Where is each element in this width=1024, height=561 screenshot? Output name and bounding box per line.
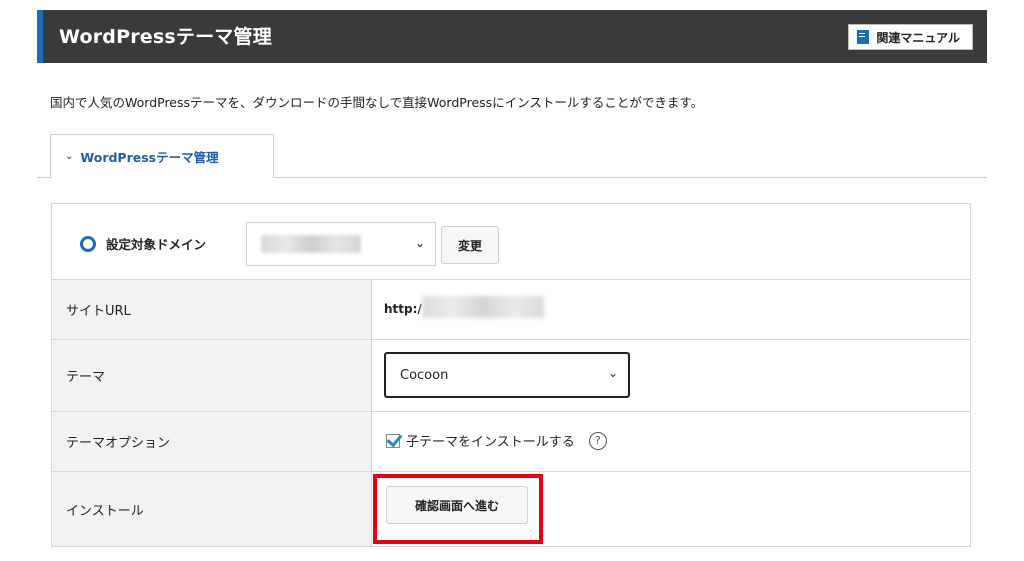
domain-row: 設定対象ドメイン ⌄ 変更 — [52, 204, 970, 280]
site-url-value-cell: http:/ — [372, 280, 970, 339]
install-row: インストール 確認画面へ進む — [52, 472, 970, 546]
redacted-domain — [261, 235, 361, 253]
site-url-value: http:/ — [384, 302, 422, 316]
tab-label: WordPressテーマ管理 — [80, 150, 219, 165]
theme-select[interactable]: Cocoon ⌄ — [384, 352, 630, 398]
chevron-down-icon: ⌄ — [607, 366, 618, 380]
redacted-url — [422, 296, 544, 318]
install-value-cell: 確認画面へ進む — [372, 472, 970, 546]
theme-option-value-cell: 子テーマをインストールする ? — [372, 412, 970, 471]
page-header: WordPressテーマ管理 関連マニュアル — [37, 10, 987, 63]
change-domain-button[interactable]: 変更 — [441, 226, 499, 264]
theme-label: テーマ — [52, 340, 372, 411]
radio-selected-icon — [80, 236, 96, 252]
domain-label: 設定対象ドメイン — [106, 237, 207, 252]
page-title: WordPressテーマ管理 — [59, 26, 272, 48]
help-icon[interactable]: ? — [588, 431, 607, 450]
child-theme-option: 子テーマをインストールする ? — [386, 431, 607, 450]
tab-wordpress-theme-management[interactable]: ⌄ WordPressテーマ管理 — [50, 134, 274, 178]
proceed-to-confirmation-button[interactable]: 確認画面へ進む — [386, 486, 528, 524]
theme-option-row: テーマオプション 子テーマをインストールする ? — [52, 412, 970, 472]
install-label: インストール — [52, 472, 372, 546]
theme-selected-value: Cocoon — [400, 367, 449, 383]
chevron-down-icon: ⌄ — [65, 151, 74, 162]
settings-panel: 設定対象ドメイン ⌄ 変更 サイトURL http:/ テーマ Cocoon ⌄… — [51, 203, 971, 547]
child-theme-checkbox[interactable] — [386, 433, 400, 448]
book-icon — [857, 30, 870, 44]
page-description: 国内で人気のWordPressテーマを、ダウンロードの手間なしで直接WordPr… — [50, 95, 704, 110]
chevron-down-icon: ⌄ — [414, 236, 425, 250]
domain-select[interactable]: ⌄ — [246, 222, 436, 266]
site-url-row: サイトURL http:/ — [52, 280, 970, 340]
theme-value-cell: Cocoon ⌄ — [372, 340, 970, 411]
theme-option-label: テーマオプション — [52, 412, 372, 471]
child-theme-checkbox-label[interactable]: 子テーマをインストールする — [406, 431, 575, 450]
site-url-label: サイトURL — [52, 280, 372, 339]
theme-row: テーマ Cocoon ⌄ — [52, 340, 970, 412]
related-manual-button[interactable]: 関連マニュアル — [848, 24, 973, 50]
related-manual-label: 関連マニュアル — [876, 30, 960, 45]
